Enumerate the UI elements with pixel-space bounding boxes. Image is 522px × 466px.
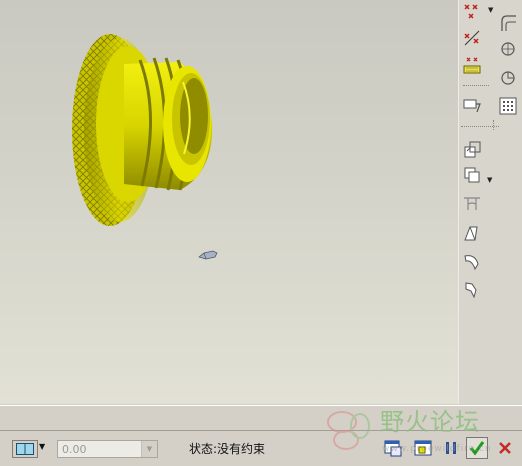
draft-icon[interactable] [461,222,483,244]
right-feature-toolbar: ▼ ▼ [458,0,522,404]
point-cloud-icon[interactable] [461,55,483,77]
watermark-subtext: www.proewildfire.cn [382,444,492,454]
chamfer-icon[interactable] [497,38,519,60]
chevron-down-icon[interactable]: ▼ [487,176,492,184]
placement-type-button[interactable] [12,440,38,458]
offset-value: 0.00 [62,443,87,456]
plane-icon[interactable] [497,66,519,88]
status-text: 状态:没有约束 [189,442,266,456]
chevron-down-icon[interactable]: ▼ [39,442,45,451]
rib-icon[interactable] [461,193,483,215]
blend-icon[interactable] [461,279,483,301]
graphics-viewport[interactable] [0,0,458,404]
pattern-icon[interactable] [497,95,519,117]
split-view-icon [16,443,34,455]
make-points-icon[interactable] [461,1,483,23]
watermark-text: 野火论坛 [380,408,480,436]
offset-value-combo[interactable]: 0.00 ▼ [57,440,158,458]
toolbar-divider [493,120,494,130]
datum-feature-icon[interactable] [461,95,483,117]
3d-model-fitting[interactable] [62,34,232,234]
chevron-down-icon[interactable]: ▼ [141,441,157,457]
cancel-button[interactable] [494,437,516,459]
axis-icon[interactable] [461,27,483,49]
copy-icon[interactable] [461,138,483,160]
close-icon [499,442,511,454]
component-drag-handle[interactable] [198,248,218,262]
round-icon[interactable] [497,12,519,34]
toolbar-divider [463,85,489,86]
sweep-icon[interactable] [461,251,483,273]
shell-icon[interactable] [461,164,483,186]
chevron-down-icon[interactable]: ▼ [488,6,493,14]
